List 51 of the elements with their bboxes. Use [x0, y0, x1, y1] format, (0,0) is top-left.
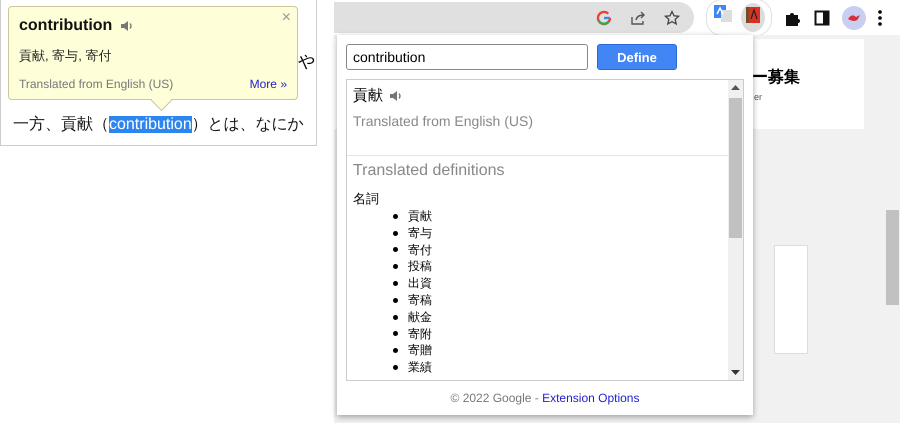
- source-language: Translated from English (US): [19, 77, 174, 91]
- page-subheading: er: [754, 92, 762, 102]
- more-link[interactable]: More »: [250, 77, 287, 91]
- article-text: ）とは、なにか: [192, 116, 304, 133]
- search-field[interactable]: contribution: [346, 44, 588, 70]
- definition-item: 献金: [408, 308, 432, 326]
- result-word: 貢献: [353, 86, 383, 105]
- definition-item: 寄贈: [408, 342, 432, 360]
- definition-item: 業績: [408, 359, 432, 376]
- definition-item: 寄稿: [408, 292, 432, 309]
- star-icon[interactable]: [664, 10, 680, 26]
- options-link[interactable]: Extension Options: [542, 391, 640, 405]
- speaker-icon[interactable]: [389, 88, 403, 102]
- bullet-icon: [393, 314, 398, 320]
- bullet-icon: [393, 247, 398, 252]
- scrollbar[interactable]: [728, 80, 743, 380]
- definition-item: 寄付: [408, 242, 432, 258]
- google-icon[interactable]: [596, 10, 612, 26]
- bullet-icon: [393, 264, 398, 270]
- tooltip-translations: 貢献, 寄与, 寄付: [19, 47, 112, 65]
- copyright-text: © 2022 Google -: [450, 391, 540, 405]
- definition-item: 寄附: [408, 326, 432, 342]
- bullet-icon: [393, 348, 398, 354]
- selected-word: contribution: [109, 116, 192, 133]
- define-button[interactable]: Define: [597, 44, 677, 70]
- section-title: Translated definitions: [353, 162, 506, 180]
- page-heading: ー募集: [752, 68, 800, 88]
- bullet-icon: [393, 230, 398, 236]
- menu-icon[interactable]: [878, 10, 882, 26]
- avatar-icon[interactable]: [842, 6, 866, 30]
- dictionary-icon[interactable]: [741, 3, 765, 32]
- source-language: Translated from English (US): [353, 113, 534, 129]
- share-icon[interactable]: [630, 10, 646, 26]
- article-text: や: [298, 52, 315, 72]
- bullet-icon: [393, 298, 398, 303]
- translate-icon[interactable]: [713, 3, 733, 23]
- bullet-icon: [393, 331, 398, 336]
- article-text: 一方、貢献（: [13, 116, 109, 133]
- definition-item: 貢献: [408, 208, 432, 225]
- scroll-up-icon[interactable]: [731, 85, 740, 90]
- speaker-icon[interactable]: [120, 19, 134, 33]
- bullet-icon: [393, 365, 398, 370]
- sidebar-icon[interactable]: [814, 10, 830, 26]
- definition-item: 寄与: [408, 224, 432, 242]
- bullet-icon: [393, 281, 398, 286]
- tooltip-word: contribution: [19, 17, 112, 35]
- definition-item: 投稿: [408, 258, 432, 276]
- part-of-speech: 名詞: [353, 190, 380, 208]
- scroll-down-icon[interactable]: [731, 370, 740, 375]
- bullet-icon: [393, 214, 398, 219]
- definition-item: 出資: [408, 275, 432, 292]
